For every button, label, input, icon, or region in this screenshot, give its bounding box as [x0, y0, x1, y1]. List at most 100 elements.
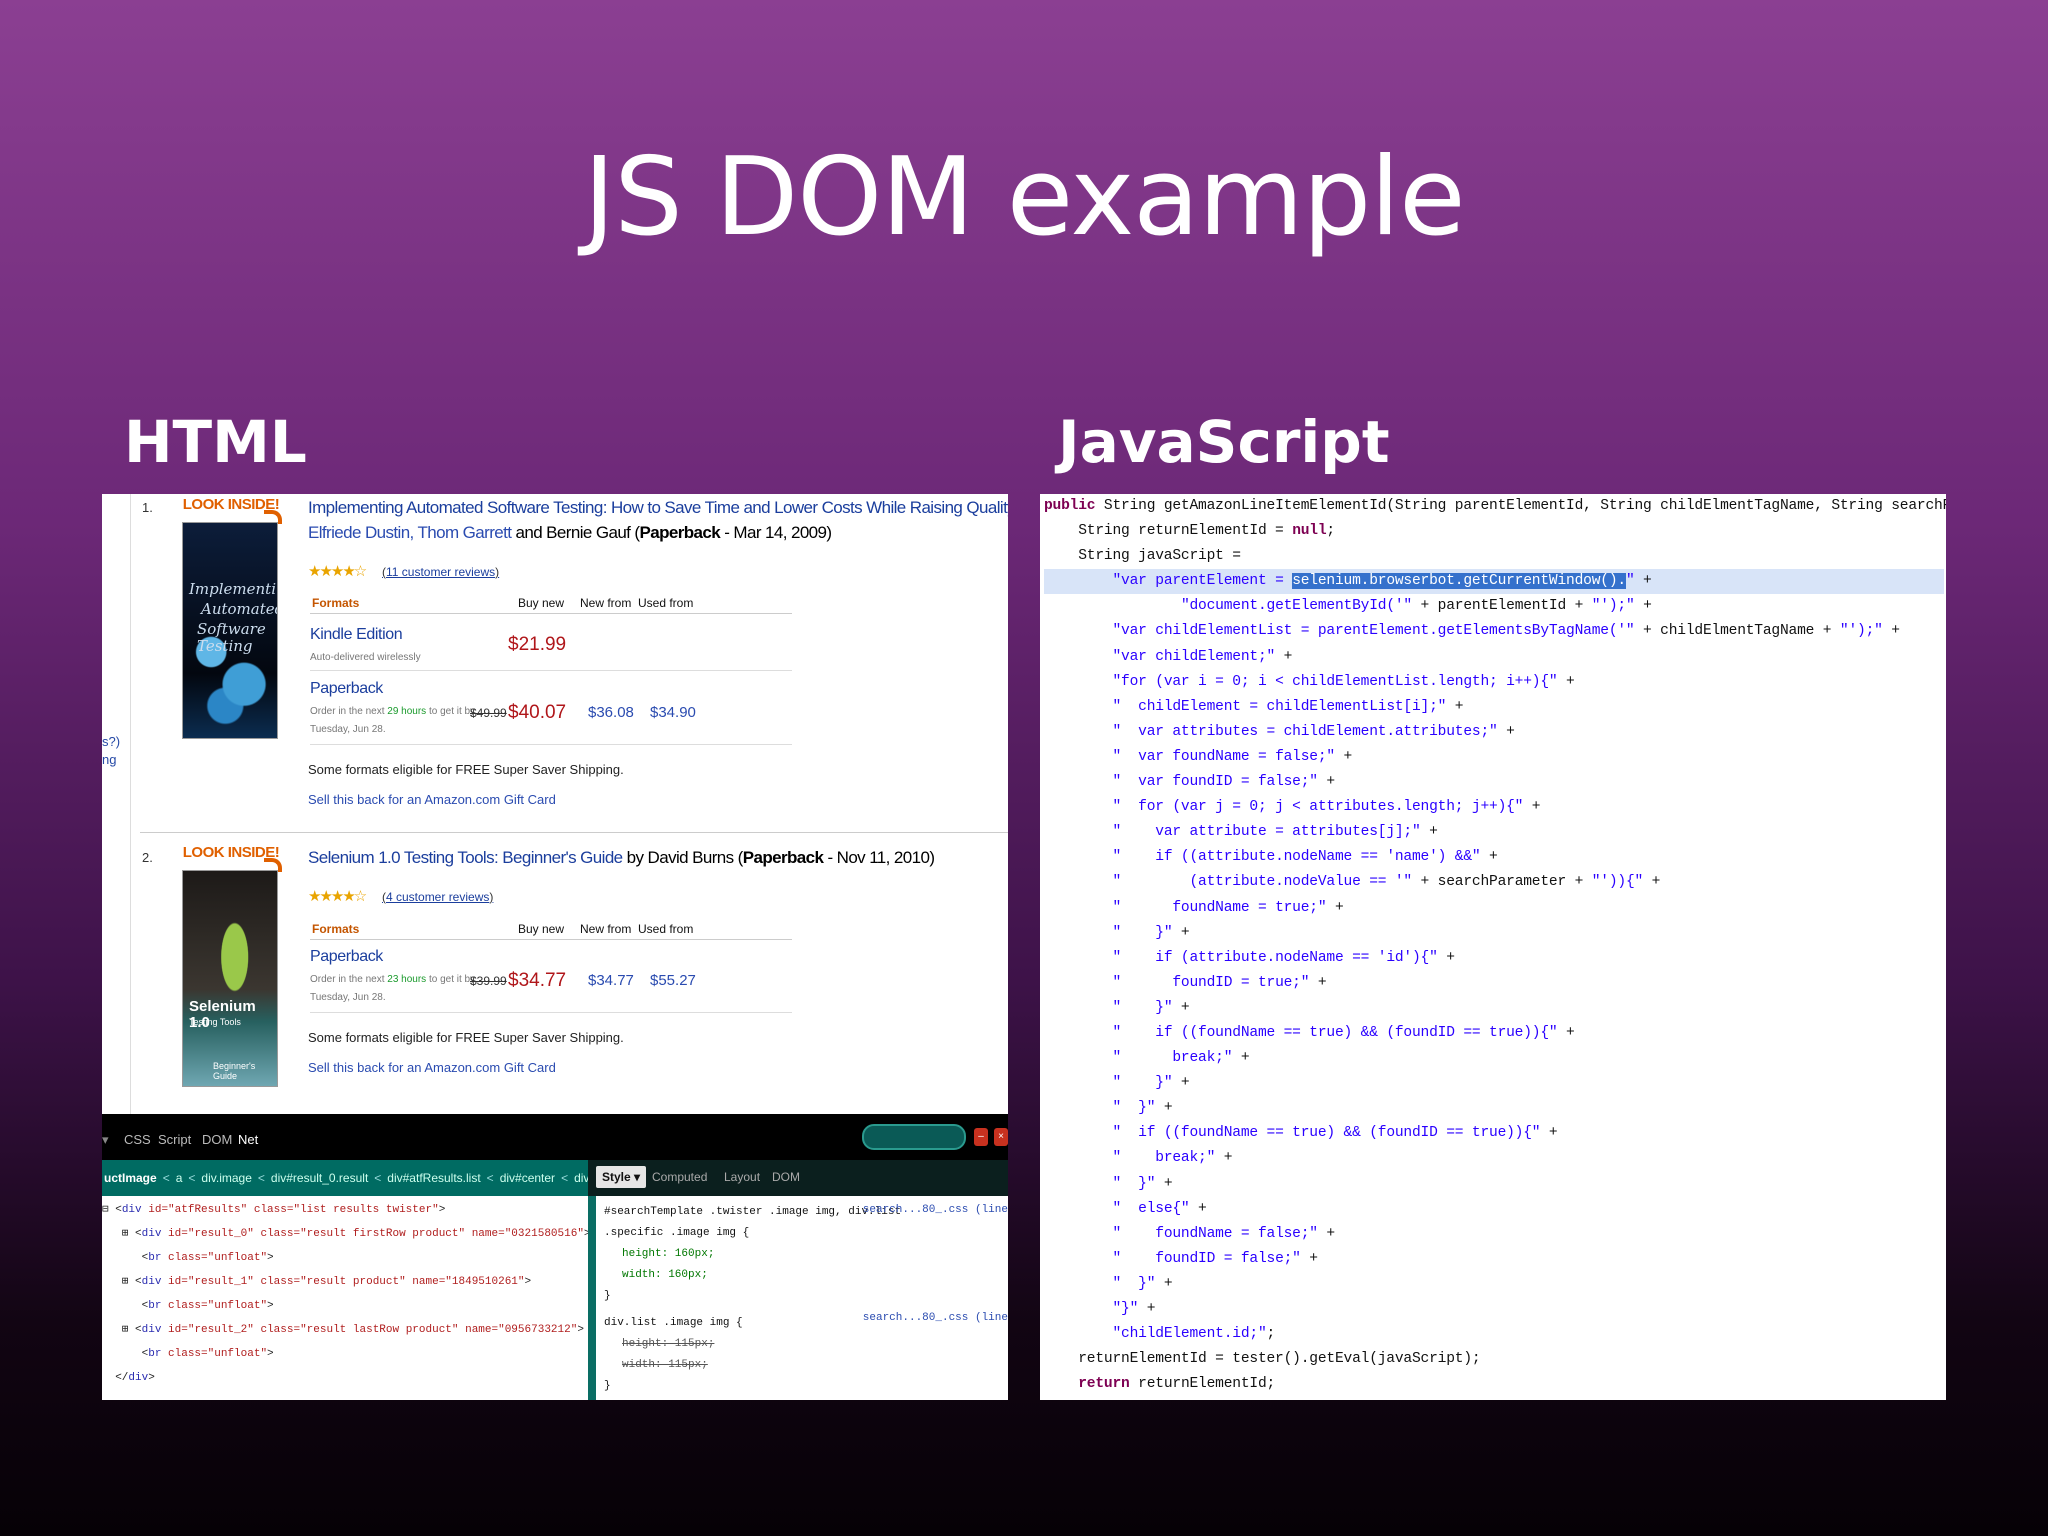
breadcrumb-item[interactable]: div#center: [500, 1171, 555, 1185]
code-token: " if ((attribute.nodeName == 'name') &&": [1112, 849, 1481, 866]
buy-new-price[interactable]: $34.77: [508, 970, 566, 992]
row-divider: [310, 1012, 792, 1013]
tab-computed[interactable]: Computed: [652, 1170, 707, 1184]
code-token: + parentElementId +: [1412, 598, 1592, 615]
html-tree-node[interactable]: ⊟ <div id="atfResults" class="list resul…: [102, 1198, 588, 1222]
code-line: " childElement = childElementList[i];" +: [1044, 695, 1944, 720]
buy-new-price[interactable]: $21.99: [508, 634, 566, 656]
css-selector: .specific .image img {: [604, 1227, 750, 1239]
breadcrumb-item[interactable]: div#atfResults.list: [387, 1171, 480, 1185]
devtools-search-input[interactable]: [862, 1124, 966, 1150]
css-property-overridden[interactable]: height: 115px;: [604, 1334, 1008, 1355]
cover-text: Automated: [201, 600, 278, 618]
code-line: "var childElement;" +: [1044, 645, 1944, 670]
breadcrumb-item[interactable]: uctImage: [104, 1171, 157, 1185]
tab-dom[interactable]: DOM: [772, 1170, 800, 1184]
tab-css[interactable]: CSS: [124, 1132, 151, 1147]
look-inside-badge[interactable]: LOOK INSIDE!: [180, 844, 282, 872]
book-cover-2[interactable]: LOOK INSIDE! Selenium 1.0 Testing Tools …: [180, 844, 282, 1087]
html-post: >: [267, 1300, 274, 1312]
reviews-link[interactable]: (11 customer reviews): [382, 565, 499, 579]
code-line: "}" +: [1044, 1297, 1944, 1322]
code-token: +: [1189, 1200, 1207, 1217]
code-token: "var childElement;": [1112, 648, 1276, 665]
breadcrumb-item[interactable]: a: [176, 1171, 183, 1185]
result-title-link[interactable]: Implementing Automated Software Testing:…: [308, 498, 1008, 517]
code-token: " }": [1112, 1275, 1156, 1292]
breadcrumb-item[interactable]: div#rightResult: [574, 1171, 588, 1185]
new-from-price[interactable]: $34.77: [588, 972, 634, 989]
tab-dom[interactable]: DOM: [202, 1132, 232, 1147]
code-token: ;: [1266, 1326, 1276, 1343]
code-line: " break;" +: [1044, 1046, 1944, 1071]
look-inside-badge[interactable]: LOOK INSIDE!: [180, 496, 282, 524]
code-token: " break;": [1112, 1050, 1233, 1067]
tab-script[interactable]: Script: [158, 1132, 191, 1147]
new-from-price[interactable]: $36.08: [588, 704, 634, 721]
used-from-price[interactable]: $34.90: [650, 704, 696, 721]
result-title-line: Selenium 1.0 Testing Tools: Beginner's G…: [308, 848, 935, 867]
format-paperback-link[interactable]: Paperback: [310, 948, 383, 966]
code-editor[interactable]: public String getAmazonLineItemElementId…: [1044, 494, 1946, 1397]
tab-net[interactable]: Net: [238, 1132, 258, 1147]
code-line: " if (attribute.nodeName == 'id'){" +: [1044, 946, 1944, 971]
gift-card-link[interactable]: Sell this back for an Amazon.com Gift Ca…: [308, 792, 556, 807]
code-token: +: [1882, 623, 1900, 640]
css-source-link[interactable]: search...80_.css (line: [863, 1200, 1008, 1221]
code-line: String returnElementId = null;: [1044, 519, 1944, 544]
tab-style[interactable]: Style ▾: [596, 1166, 647, 1188]
book-cover-1[interactable]: LOOK INSIDE! Implementing Automated Soft…: [180, 496, 282, 739]
list-price: $39.99: [470, 974, 507, 988]
html-attrs: id="result_1" class="result product" nam…: [161, 1276, 525, 1288]
html-tree-node[interactable]: <br class="unfloat">: [102, 1246, 588, 1270]
html-tree-node[interactable]: ⊞ <div id="result_0" class="result first…: [102, 1222, 591, 1246]
css-source-link[interactable]: search...80_.css (line: [863, 1308, 1008, 1329]
html-tag: div: [141, 1228, 162, 1240]
code-line: "childElement.id;";: [1044, 1322, 1944, 1347]
code-token: +: [1420, 824, 1438, 841]
reviews-link[interactable]: (4 customer reviews): [382, 890, 493, 904]
cover-image: Selenium 1.0 Testing Tools Beginner's Gu…: [182, 870, 278, 1087]
code-token: " for (var j = 0; j < attributes.length;…: [1112, 799, 1524, 816]
edge-fragment: ng: [102, 752, 117, 767]
code-line: " var attributes = childElement.attribut…: [1044, 720, 1944, 745]
shipping-note: Some formats eligible for FREE Super Sav…: [308, 762, 624, 777]
html-tree-node[interactable]: <br class="unfloat">: [102, 1342, 588, 1366]
tab-layout[interactable]: Layout: [724, 1170, 760, 1184]
code-line: return returnElementId;: [1044, 1372, 1944, 1397]
code-token: public: [1044, 498, 1096, 514]
author-link[interactable]: Elfriede Dustin, Thom Garrett: [308, 523, 512, 542]
html-tag: div: [141, 1276, 162, 1288]
css-property[interactable]: height: 160px;: [604, 1244, 1008, 1265]
html-tree-node[interactable]: </div>: [102, 1366, 588, 1390]
buy-new-price[interactable]: $40.07: [508, 702, 566, 724]
css-property-overridden[interactable]: width: 115px;: [604, 1355, 1008, 1376]
html-tag: div: [141, 1324, 162, 1336]
css-property[interactable]: width: 160px;: [604, 1265, 1008, 1286]
html-tree-node[interactable]: ⊞ <div id="result_2" class="result lastR…: [102, 1318, 588, 1342]
result-title-link[interactable]: Selenium 1.0 Testing Tools: Beginner's G…: [308, 848, 623, 867]
html-tree-node[interactable]: <br class="unfloat">: [102, 1294, 588, 1318]
code-line: " if ((attribute.nodeName == 'name') &&"…: [1044, 845, 1944, 870]
toolbar-arrow-icon[interactable]: ▾: [102, 1132, 109, 1148]
panel-splitter[interactable]: [588, 1196, 596, 1400]
breadcrumb-item[interactable]: div.image: [201, 1171, 251, 1185]
used-from-price[interactable]: $55.27: [650, 972, 696, 989]
format-kindle-link[interactable]: Kindle Edition: [310, 626, 403, 644]
breadcrumb-item[interactable]: div#result_0.result: [271, 1171, 368, 1185]
minimize-icon[interactable]: –: [974, 1128, 988, 1146]
code-token: " }": [1112, 999, 1173, 1016]
code-token: "');": [1839, 623, 1883, 640]
code-token: " foundName = false;": [1112, 1225, 1318, 1242]
format-paperback-link[interactable]: Paperback: [310, 680, 383, 698]
gift-card-link[interactable]: Sell this back for an Amazon.com Gift Ca…: [308, 1060, 556, 1075]
close-icon[interactable]: ×: [994, 1128, 1008, 1146]
html-tree-node[interactable]: ⊞ <div id="result_1" class="result produ…: [102, 1270, 588, 1294]
cover-image: Implementing Automated Software Testing: [182, 522, 278, 739]
